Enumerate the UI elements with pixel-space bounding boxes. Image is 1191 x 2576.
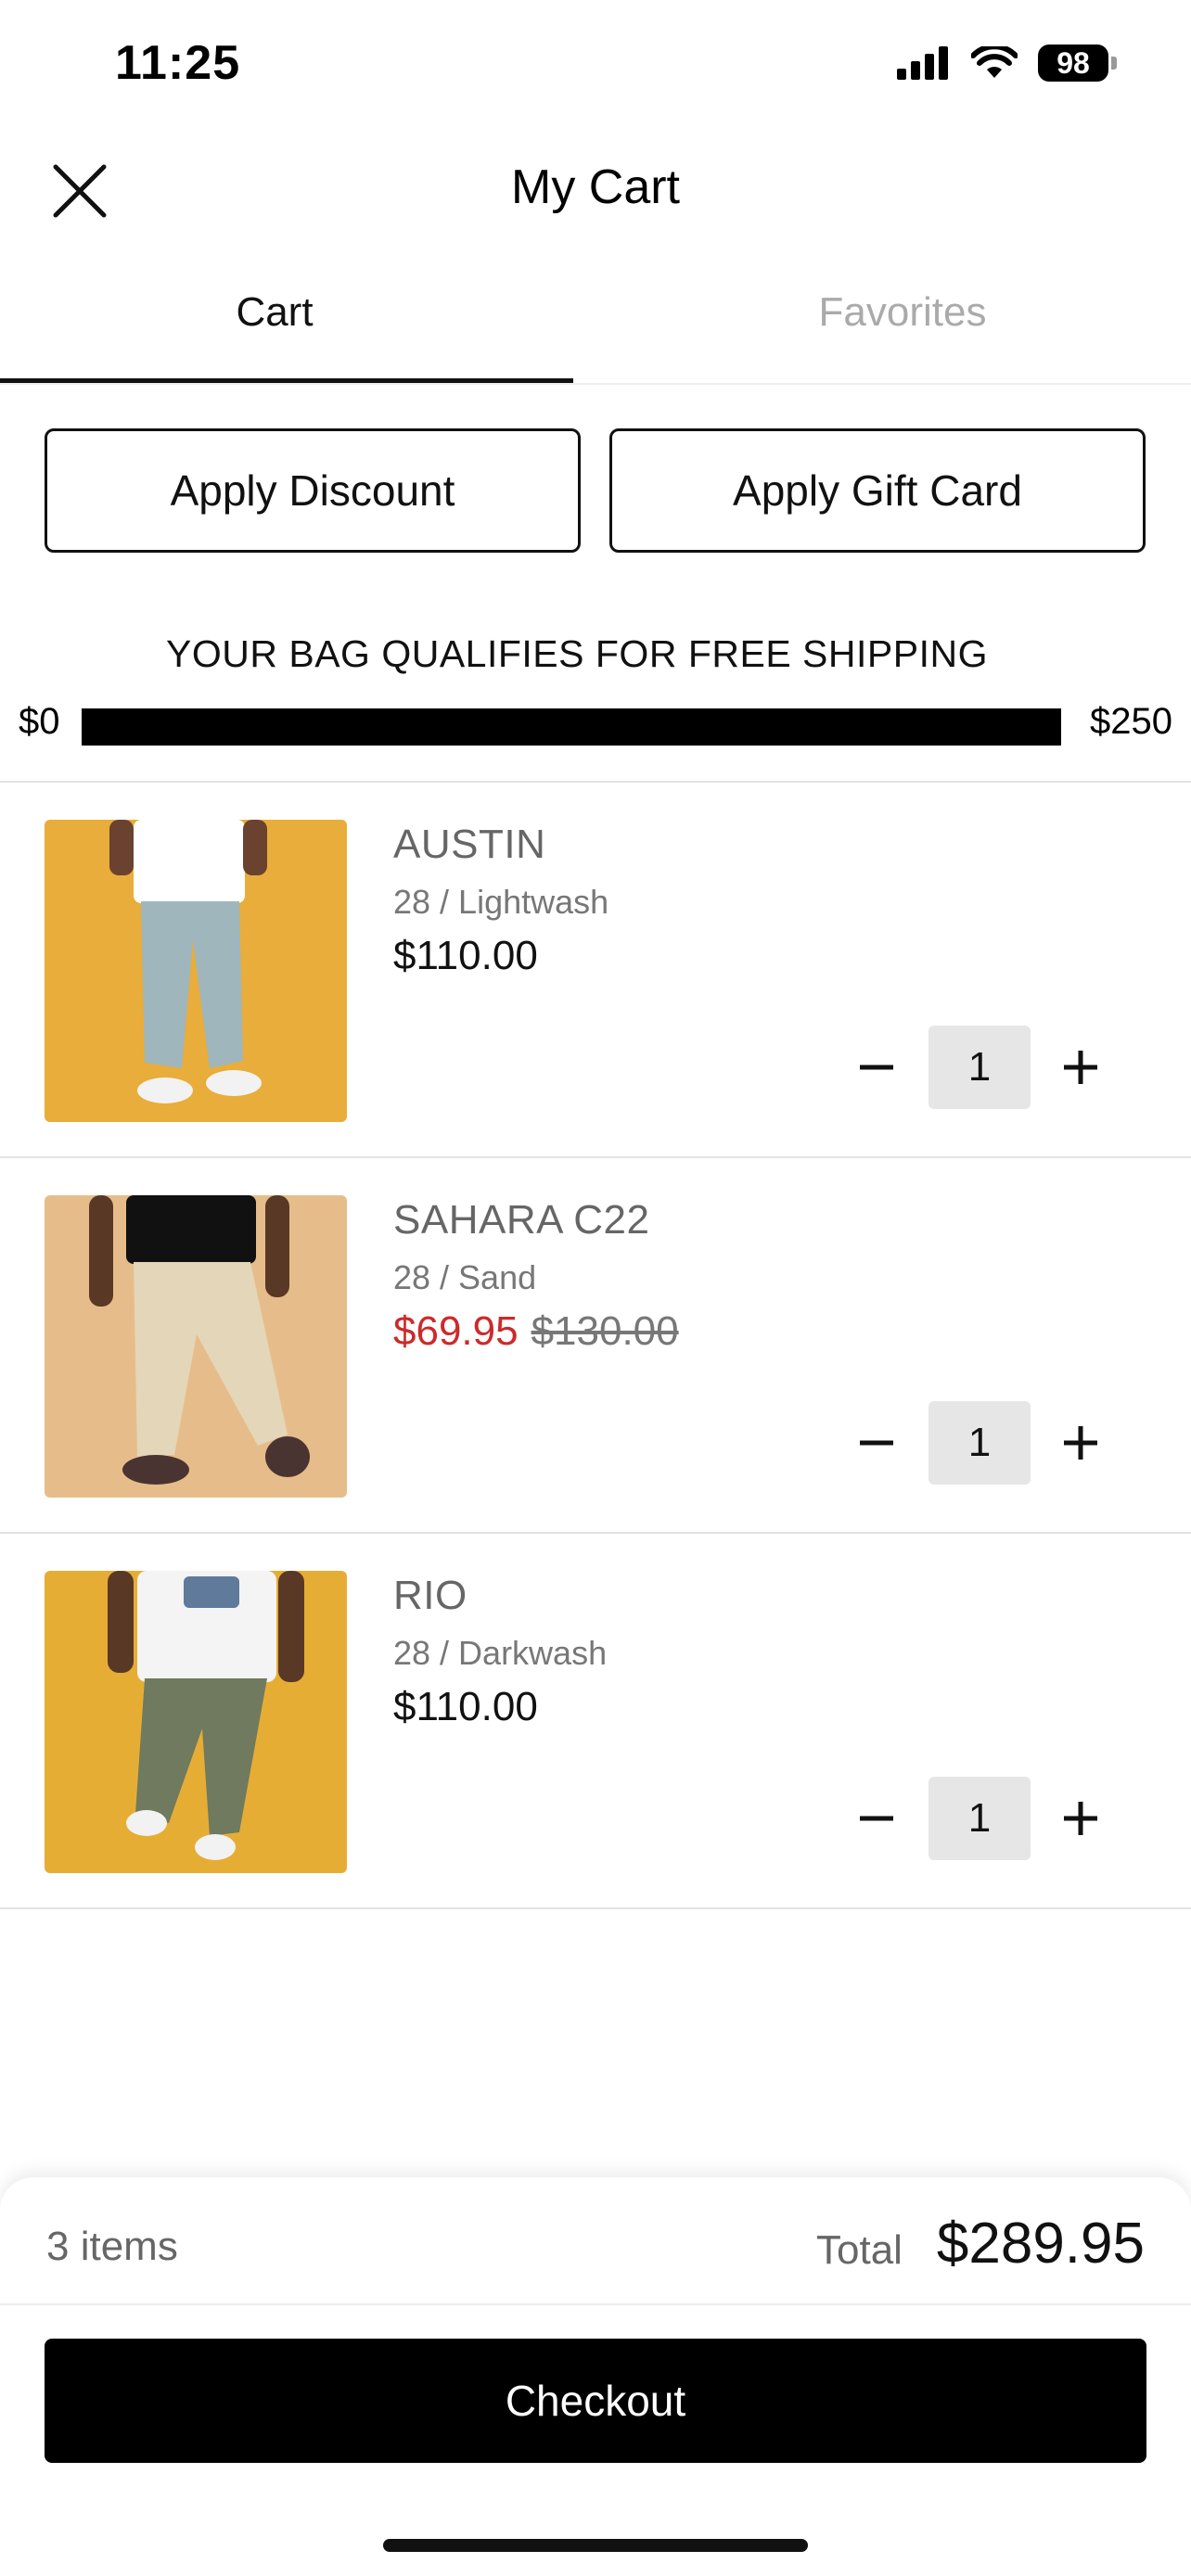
item-variant: 28 / Sand [393, 1258, 537, 1296]
quantity-value[interactable]: 1 [928, 1026, 1031, 1109]
free-shipping-progress-bar [82, 708, 1061, 746]
item-variant: 28 / Darkwash [393, 1634, 608, 1672]
tab-cart[interactable]: Cart [0, 289, 572, 336]
page-title: My Cart [511, 160, 680, 214]
free-shipping-message: YOUR BAG QUALIFIES FOR FREE SHIPPING [166, 632, 988, 675]
sale-price: $69.95 [393, 1308, 519, 1354]
minus-icon [860, 1816, 893, 1821]
quantity-decrease-button[interactable] [844, 1410, 909, 1475]
item-price: $110.00 [393, 933, 538, 978]
quantity-increase-button[interactable] [1048, 1035, 1113, 1100]
items-count: 3 items [46, 2224, 178, 2269]
quantity-value[interactable]: 1 [928, 1777, 1031, 1860]
quantity-decrease-button[interactable] [844, 1035, 909, 1100]
tab-divider [0, 383, 1191, 385]
item-price: $69.95 $130.00 [393, 1308, 679, 1355]
signal-icon [897, 46, 948, 80]
minus-icon [860, 1065, 893, 1070]
item-name: AUSTIN [393, 822, 546, 867]
battery-level: 98 [1038, 45, 1108, 82]
status-time: 11:25 [115, 36, 241, 90]
item-name: SAHARA C22 [393, 1197, 650, 1243]
divider [0, 1532, 1191, 1534]
checkout-button[interactable]: Checkout [45, 2339, 1146, 2463]
shipping-max-label: $250 [1090, 701, 1172, 742]
plus-icon [1064, 1802, 1097, 1835]
tab-favorites[interactable]: Favorites [605, 289, 1191, 336]
product-image-austin[interactable] [45, 820, 347, 1122]
status-icons: 98 [897, 45, 1117, 82]
total-value: $289.95 [936, 2212, 1145, 2276]
quantity-decrease-button[interactable] [844, 1786, 909, 1851]
minus-icon [860, 1440, 893, 1446]
quantity-value[interactable]: 1 [928, 1401, 1031, 1485]
apply-discount-button[interactable]: Apply Discount [45, 428, 581, 553]
divider [0, 1156, 1191, 1158]
quantity-increase-button[interactable] [1048, 1786, 1113, 1851]
divider [0, 2303, 1191, 2305]
shipping-min-label: $0 [19, 701, 60, 742]
divider [0, 781, 1191, 783]
item-price: $110.00 [393, 1684, 538, 1729]
wifi-icon [971, 46, 1018, 78]
divider [0, 1907, 1191, 1909]
battery-icon: 98 [1038, 45, 1117, 82]
item-name: RIO [393, 1573, 467, 1618]
original-price: $130.00 [531, 1308, 679, 1354]
apply-gift-card-button[interactable]: Apply Gift Card [609, 428, 1146, 553]
item-variant: 28 / Lightwash [393, 883, 609, 921]
plus-icon [1064, 1051, 1097, 1084]
home-indicator[interactable] [383, 2539, 808, 2552]
plus-icon [1064, 1426, 1097, 1460]
total-label: Total [816, 2227, 903, 2273]
quantity-increase-button[interactable] [1048, 1410, 1113, 1475]
product-image-rio[interactable] [45, 1571, 347, 1873]
product-image-sahara-c22[interactable] [45, 1195, 347, 1498]
free-shipping-progress-fill [82, 708, 1061, 746]
